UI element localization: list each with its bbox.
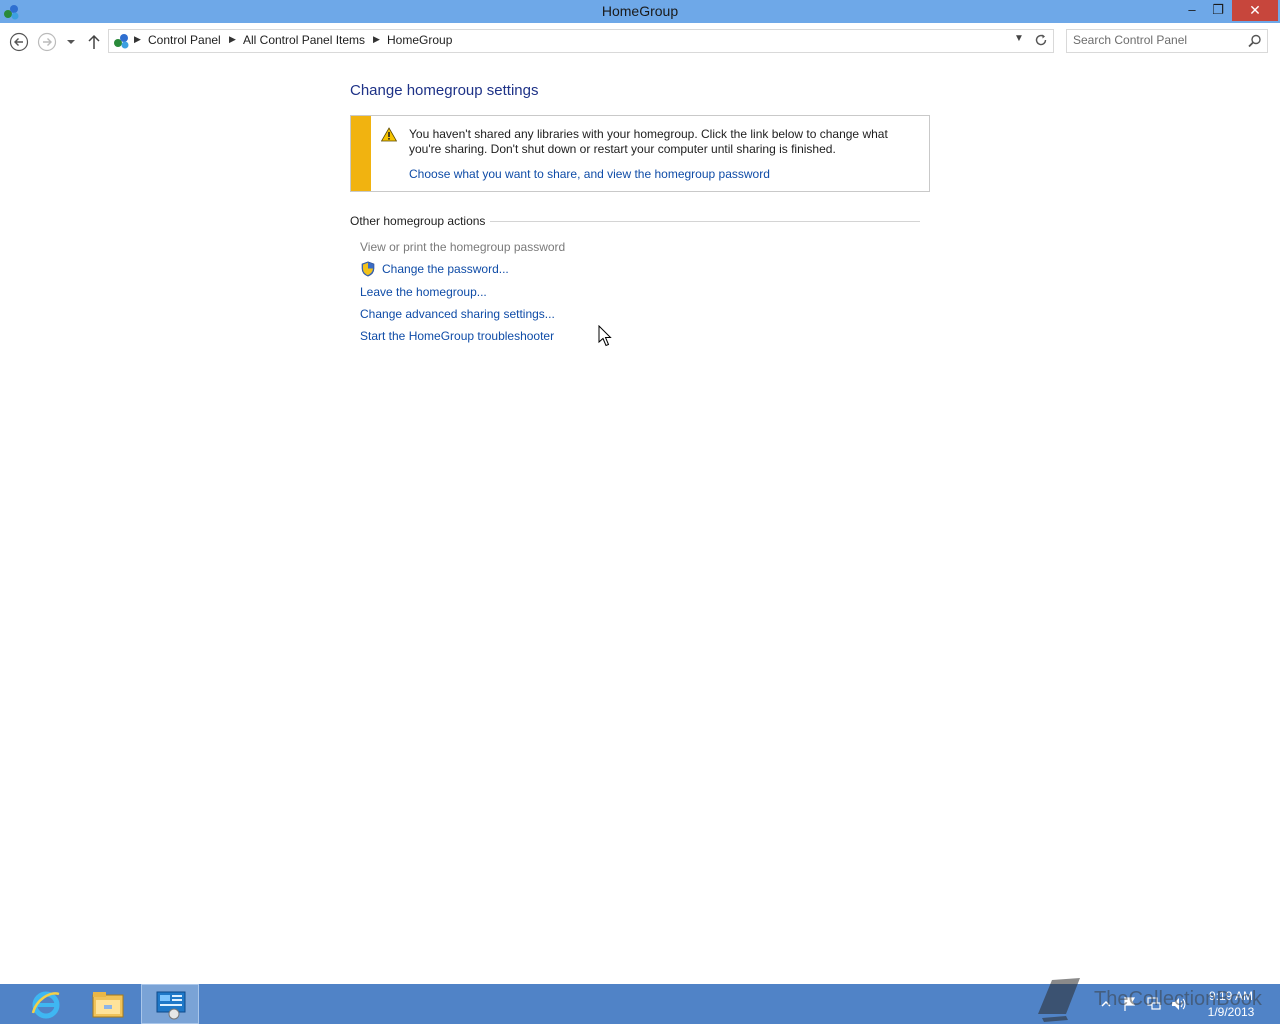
section-heading: Other homegroup actions (350, 214, 486, 228)
back-icon[interactable] (9, 32, 29, 52)
refresh-icon (1035, 34, 1047, 46)
warning-icon (381, 127, 397, 142)
breadcrumb-separator-icon[interactable]: ▶ (373, 34, 380, 45)
breadcrumb-separator-icon[interactable]: ▶ (134, 34, 141, 45)
search-box[interactable] (1066, 29, 1268, 53)
control-panel-icon (156, 991, 186, 1020)
leave-homegroup-link[interactable]: Leave the homegroup... (360, 285, 487, 299)
recent-dropdown-icon[interactable] (63, 32, 79, 52)
window-title: HomeGroup (601, 3, 679, 19)
minimize-button[interactable]: – (1180, 0, 1204, 21)
change-password-link[interactable]: Change the password... (382, 262, 509, 276)
advanced-sharing-link[interactable]: Change advanced sharing settings... (360, 307, 555, 321)
close-button[interactable]: ✕ (1232, 0, 1278, 21)
watermark-text: TheCollectionBook (1094, 988, 1262, 1010)
mouse-cursor-icon (598, 325, 612, 347)
file-explorer-icon (92, 992, 124, 1018)
maximize-button[interactable]: ❐ (1206, 0, 1230, 21)
homegroup-icon (114, 34, 129, 49)
breadcrumb-homegroup[interactable]: HomeGroup (387, 33, 452, 47)
search-input[interactable] (1073, 32, 1243, 48)
view-print-password-link: View or print the homegroup password (360, 240, 566, 254)
section-divider (490, 221, 920, 222)
page-title: Change homegroup settings (350, 82, 539, 99)
up-icon[interactable] (85, 32, 103, 52)
chevron-down-icon[interactable]: ▼ (1014, 33, 1024, 44)
internet-explorer-button[interactable] (17, 984, 75, 1024)
breadcrumb-control-panel[interactable]: Control Panel (148, 33, 221, 47)
warning-message: You haven't shared any libraries with yo… (409, 127, 888, 156)
forward-icon[interactable] (37, 32, 57, 52)
refresh-button[interactable] (1029, 29, 1054, 53)
control-panel-button[interactable] (141, 984, 199, 1024)
breadcrumb-separator-icon[interactable]: ▶ (229, 34, 236, 45)
search-icon[interactable] (1247, 33, 1263, 49)
troubleshooter-link[interactable]: Start the HomeGroup troubleshooter (360, 329, 554, 343)
internet-explorer-icon (31, 991, 60, 1019)
warning-stripe (351, 116, 371, 191)
breadcrumb-all-items[interactable]: All Control Panel Items (243, 33, 365, 47)
warning-panel: You haven't shared any libraries with yo… (350, 115, 930, 192)
uac-shield-icon (361, 261, 375, 277)
file-explorer-button[interactable] (79, 984, 137, 1024)
address-bar[interactable]: ▶ Control Panel ▶ All Control Panel Item… (108, 29, 1030, 53)
title-bar: HomeGroup – ❐ ✕ (0, 0, 1280, 23)
choose-share-link[interactable]: Choose what you want to share, and view … (409, 167, 770, 181)
navigation-bar: ▶ Control Panel ▶ All Control Panel Item… (0, 23, 1280, 59)
